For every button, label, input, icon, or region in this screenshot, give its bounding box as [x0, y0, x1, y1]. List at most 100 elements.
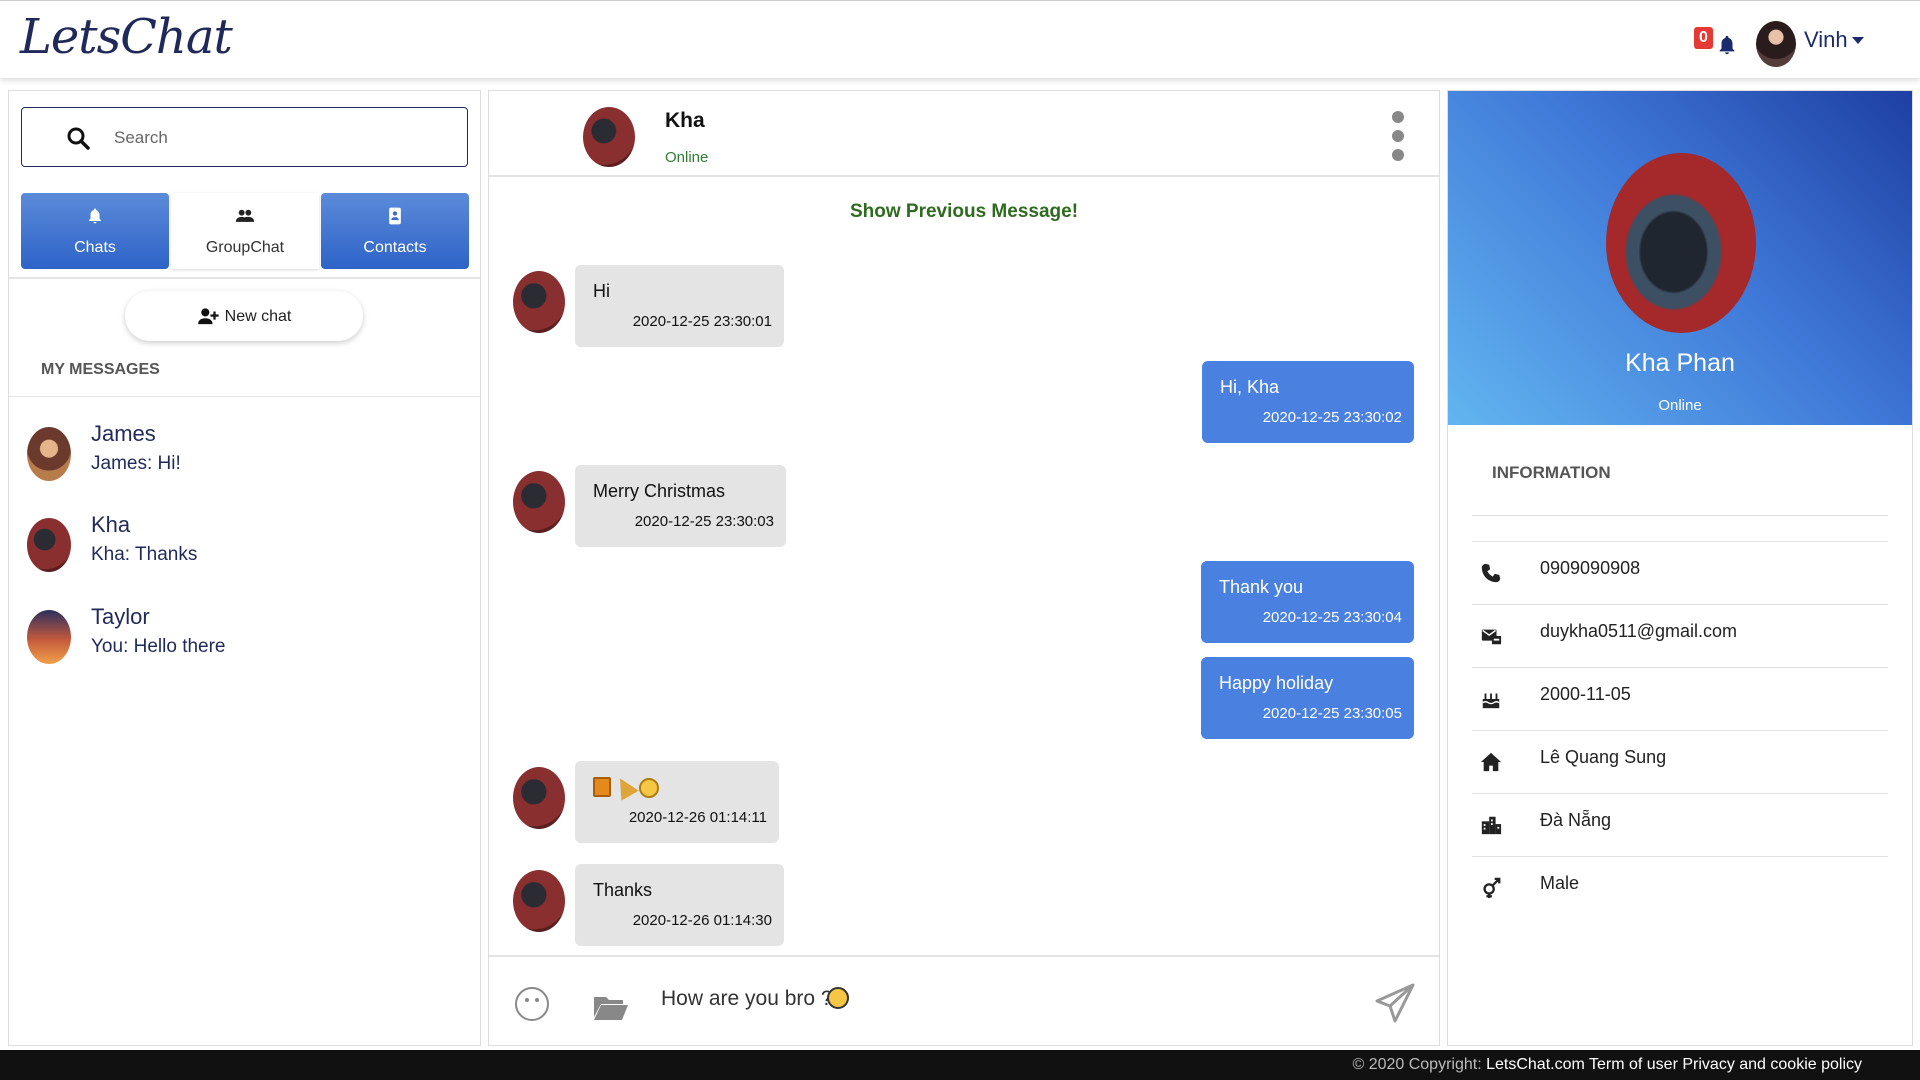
message-bubble-outgoing: Happy holiday 2020-12-25 23:30:05	[1201, 657, 1414, 739]
info-row-gender: Male	[1472, 857, 1888, 919]
site-link[interactable]: LetsChat.com	[1486, 1056, 1585, 1073]
user-avatar[interactable]	[1756, 21, 1796, 67]
party-horn-emoji-icon	[611, 773, 639, 801]
avatar	[27, 610, 71, 664]
tab-contacts[interactable]: Contacts	[321, 193, 469, 269]
message-text: Hi, Kha	[1220, 377, 1280, 397]
chat-panel: Kha Online Show Previous Message! Hi 202…	[488, 90, 1440, 1046]
chat-contact-status: Online	[665, 149, 709, 166]
message-emojis	[593, 773, 659, 801]
show-previous-messages-link[interactable]: Show Previous Message!	[489, 201, 1439, 223]
conversation-name: Kha	[91, 512, 131, 537]
info-value: duykha0511@gmail.com	[1540, 621, 1738, 641]
message-bubble-outgoing: Hi, Kha 2020-12-25 23:30:02	[1202, 361, 1414, 443]
conversation-item-kha[interactable]: Kha Kha: Thanks	[27, 512, 467, 582]
conversation-preview: You: Hello there	[91, 636, 226, 657]
mail-icon	[1481, 629, 1502, 645]
send-icon[interactable]	[1375, 983, 1415, 1023]
message-bubble-incoming: 2020-12-26 01:14:11	[575, 761, 779, 843]
message-composer	[489, 955, 1439, 1045]
chat-header: Kha Online	[489, 91, 1439, 177]
message-time: 2020-12-25 23:30:05	[1262, 705, 1402, 722]
conversation-preview: Kha: Thanks	[91, 544, 198, 565]
message-text: Merry Christmas	[593, 481, 726, 501]
copyright-text: © 2020 Copyright:	[1352, 1056, 1482, 1073]
message-time: 2020-12-25 23:30:02	[1262, 409, 1402, 426]
conversation-name: James	[91, 421, 156, 446]
info-value: Lê Quang Sung	[1540, 747, 1667, 767]
address-book-icon	[389, 207, 401, 225]
info-value: 2000-11-05	[1540, 684, 1631, 704]
message-bubble-outgoing: Thank you 2020-12-25 23:30:04	[1201, 561, 1414, 643]
tab-chats[interactable]: Chats	[21, 193, 169, 269]
chat-contact-name: Kha	[665, 109, 705, 132]
avatar	[513, 271, 565, 333]
folder-open-icon[interactable]	[593, 993, 629, 1021]
conversation-preview: James: Hi!	[91, 453, 181, 474]
message-time: 2020-12-26 01:14:11	[628, 809, 767, 826]
tab-label: Contacts	[363, 239, 427, 256]
message-text: Thanks	[593, 880, 653, 900]
profile-status: Online	[1658, 397, 1702, 414]
tab-groupchat[interactable]: GroupChat	[171, 193, 319, 269]
app-logo[interactable]: LetsChat	[20, 9, 233, 65]
conversation-item-taylor[interactable]: Taylor You: Hello there	[27, 604, 467, 674]
message-time: 2020-12-25 23:30:01	[632, 313, 772, 330]
divider	[9, 277, 480, 279]
info-row-address: Lê Quang Sung	[1472, 731, 1888, 793]
avatar	[513, 870, 565, 932]
new-chat-label: New chat	[224, 308, 292, 325]
privacy-link[interactable]: Privacy and cookie policy	[1682, 1056, 1862, 1073]
message-text: Hi	[593, 281, 610, 301]
smile-emoji-icon	[827, 987, 849, 1009]
message-input[interactable]	[661, 979, 1261, 1019]
info-row-birthday: 2000-11-05	[1472, 668, 1888, 730]
info-row-email: duykha0511@gmail.com	[1472, 605, 1888, 667]
search-input[interactable]	[114, 122, 444, 154]
new-chat-button[interactable]: New chat	[125, 291, 363, 341]
message-bubble-incoming: Thanks 2020-12-26 01:14:30	[575, 864, 784, 946]
message-time: 2020-12-25 23:30:03	[634, 513, 774, 530]
avatar	[513, 471, 565, 533]
message-bubble-incoming: Merry Christmas 2020-12-25 23:30:03	[575, 465, 786, 547]
conversation-sidebar: Chats GroupChat Contacts New chat MY MES…	[8, 90, 481, 1046]
users-icon	[235, 209, 255, 222]
info-value: Đà Nẵng	[1540, 810, 1612, 830]
profile-name: Kha Phan	[1625, 349, 1735, 377]
city-icon	[1481, 816, 1502, 835]
home-icon	[1480, 752, 1502, 772]
message-text: Happy holiday	[1219, 673, 1334, 693]
footer-text: © 2020 Copyright: LetsChat.com Term of u…	[1352, 1056, 1862, 1074]
user-menu-name[interactable]: Vinh	[1804, 27, 1848, 53]
profile-panel: Kha Phan Online INFORMATION 0909090908 d…	[1447, 90, 1913, 1046]
notification-badge: 0	[1694, 27, 1713, 49]
add-user-icon	[197, 308, 219, 325]
emoji-picker-icon[interactable]	[515, 987, 549, 1021]
profile-header: Kha Phan Online	[1448, 91, 1912, 425]
message-time: 2020-12-26 01:14:30	[632, 912, 772, 929]
chevron-down-icon[interactable]	[1852, 37, 1864, 44]
info-row-phone: 0909090908	[1472, 542, 1888, 604]
more-options-icon[interactable]	[1391, 111, 1405, 161]
bell-icon	[1719, 35, 1735, 55]
info-value: Male	[1540, 873, 1580, 893]
phone-icon	[1481, 563, 1501, 583]
divider	[9, 396, 480, 397]
conversation-item-james[interactable]: James James: Hi!	[27, 421, 467, 491]
search-box[interactable]	[21, 107, 468, 167]
gender-icon	[1483, 877, 1501, 899]
smile-emoji-icon	[639, 778, 659, 798]
avatar	[513, 767, 565, 829]
top-navbar: LetsChat 0 Vinh	[0, 0, 1920, 78]
info-section-title: INFORMATION	[1492, 463, 1611, 482]
terms-link[interactable]: Term of user	[1589, 1056, 1678, 1073]
profile-avatar	[1606, 153, 1756, 333]
gift-emoji-icon	[593, 777, 611, 797]
avatar[interactable]	[583, 107, 635, 167]
divider	[1472, 515, 1888, 516]
footer: © 2020 Copyright: LetsChat.com Term of u…	[0, 1050, 1920, 1080]
info-value: 0909090908	[1540, 558, 1641, 578]
notification-button[interactable]: 0	[1694, 27, 1740, 61]
message-time: 2020-12-25 23:30:04	[1262, 609, 1402, 626]
conversation-name: Taylor	[91, 604, 150, 629]
